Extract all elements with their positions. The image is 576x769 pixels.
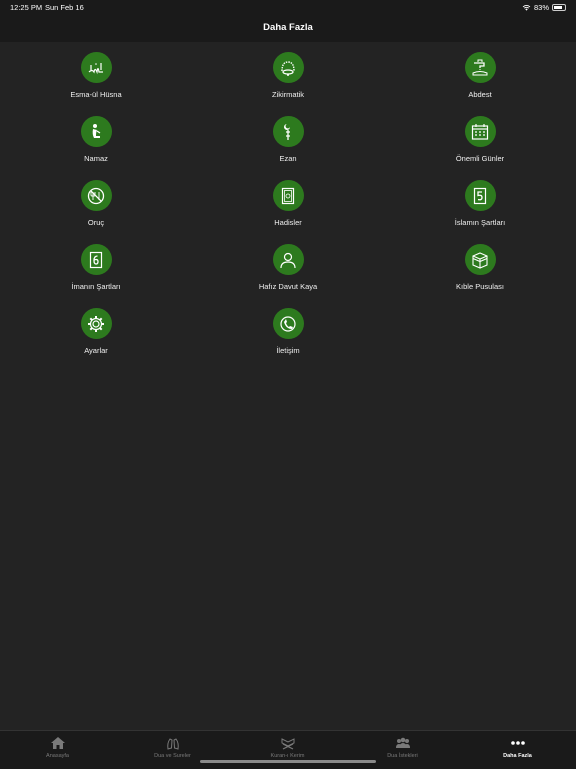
menu-item-iletisim[interactable]: İletişim	[218, 298, 358, 355]
calligraphy-icon	[80, 52, 112, 83]
tab-dua-ve-sureler[interactable]: Dua ve Sureler	[115, 731, 230, 769]
menu-item-label: Esma-ül Hüsna	[70, 90, 122, 99]
menu-item-label: İletişim	[276, 346, 300, 355]
prayer-beads-icon	[272, 52, 304, 83]
menu-item-zikirmatik[interactable]: Zikirmatik	[218, 42, 358, 99]
gear-icon	[80, 308, 112, 339]
tab-daha-fazla[interactable]: Daha Fazla	[460, 731, 575, 769]
status-bar: 12:25 PM Sun Feb 16 83%	[0, 0, 576, 14]
menu-item-label: Zikirmatik	[271, 90, 305, 99]
tab-kuran-i-kerim[interactable]: Kuran-ı Kerim	[230, 731, 345, 769]
book-icon	[272, 180, 304, 211]
calendar-icon	[464, 116, 496, 147]
person-icon	[272, 244, 304, 275]
group-icon	[395, 737, 410, 748]
menu-item-label: Ayarlar	[84, 346, 108, 355]
menu-item-ezan[interactable]: Ezan	[218, 106, 358, 163]
menu-item-label: İslamın Şartları	[454, 218, 506, 227]
menu-item-label: Namaz	[84, 154, 108, 163]
tab-bar: Anasayfa Dua ve Sureler Kuran-ı Kerim Du…	[0, 730, 576, 769]
menu-item-label: Önemli Günler	[455, 154, 505, 163]
menu-item-imanin-sartlari[interactable]: İmanın Şartları	[26, 234, 166, 291]
wifi-icon	[522, 5, 531, 11]
menu-item-ayarlar[interactable]: Ayarlar	[26, 298, 166, 355]
menu-item-hafiz-davut-kaya[interactable]: Hafız Davut Kaya	[218, 234, 358, 291]
menu-item-label: Kıble Pusulası	[456, 282, 504, 291]
water-tap-icon	[464, 52, 496, 83]
hands-icon	[166, 738, 179, 750]
menu-item-esma-ul-husna[interactable]: Esma-ül Hüsna	[26, 42, 166, 99]
menu-item-label: Ezan	[279, 154, 297, 163]
minaret-icon	[272, 116, 304, 147]
status-date: Sun Feb 16	[45, 3, 84, 12]
status-right: 83%	[522, 3, 566, 12]
number-six-icon	[80, 244, 112, 275]
home-icon	[50, 737, 65, 749]
menu-item-islamin-sartlari[interactable]: İslamın Şartları	[410, 170, 550, 227]
tab-dua-istekleri[interactable]: Dua İstekleri	[345, 731, 460, 769]
menu-item-label: Hadisler	[274, 218, 302, 227]
battery-fill	[554, 6, 563, 9]
contact-icon	[272, 308, 304, 339]
battery-icon	[552, 4, 566, 11]
menu-item-oruc[interactable]: Oruç	[26, 170, 166, 227]
tab-label: Dua ve Sureler	[154, 753, 191, 759]
tab-label: Kuran-ı Kerim	[270, 753, 305, 759]
menu-item-label: İmanın Şartları	[71, 282, 121, 291]
number-five-icon	[464, 180, 496, 211]
tab-label: Anasayfa	[46, 753, 69, 759]
no-eating-icon	[80, 180, 112, 211]
status-time: 12:25 PM	[10, 3, 43, 12]
menu-item-label: Abdest	[468, 90, 492, 99]
menu-item-kible-pusulasi[interactable]: Kıble Pusulası	[410, 234, 550, 291]
quran-stand-icon	[281, 738, 294, 750]
home-indicator[interactable]	[200, 760, 376, 763]
menu-item-abdest[interactable]: Abdest	[410, 42, 550, 99]
more-icon	[510, 741, 525, 745]
menu-item-label: Hafız Davut Kaya	[258, 282, 318, 291]
tab-anasayfa[interactable]: Anasayfa	[0, 731, 115, 769]
kaaba-icon	[464, 244, 496, 275]
menu-item-onemli-gunler[interactable]: Önemli Günler	[410, 106, 550, 163]
battery-percent: 83%	[533, 3, 549, 12]
menu-item-namaz[interactable]: Namaz	[26, 106, 166, 163]
page-title: Daha Fazla	[263, 22, 313, 33]
menu-item-hadisler[interactable]: Hadisler	[218, 170, 358, 227]
praying-person-icon	[80, 116, 112, 147]
navigation-bar: Daha Fazla	[0, 14, 576, 42]
tab-label: Dua İstekleri	[387, 753, 418, 759]
menu-item-label: Oruç	[87, 218, 105, 227]
tab-label: Daha Fazla	[503, 753, 532, 759]
